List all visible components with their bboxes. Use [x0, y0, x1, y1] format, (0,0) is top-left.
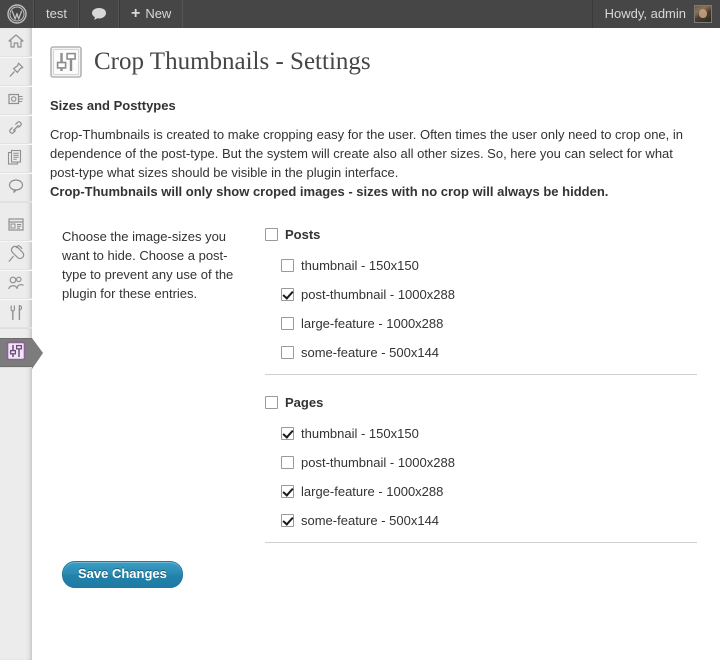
size-label: some-feature - 500x144 — [301, 345, 440, 360]
size-checkbox-posts-post-thumbnail[interactable] — [281, 288, 294, 301]
size-checkbox-pages-some-feature[interactable] — [281, 514, 294, 527]
wordpress-logo-icon — [6, 4, 27, 24]
sidebar-item-posts[interactable] — [0, 57, 32, 86]
current-menu-pointer — [32, 338, 43, 369]
size-checkbox-posts-thumbnail[interactable] — [281, 259, 294, 272]
size-label: large-feature - 1000x288 — [301, 484, 444, 499]
admin-bar-spacer — [183, 0, 591, 28]
posttype-checkbox-pages[interactable] — [265, 396, 278, 409]
help-column: Choose the image-sizes you want to hide.… — [50, 227, 265, 303]
section-title: Sizes and Posttypes — [50, 98, 176, 113]
home-icon — [7, 33, 25, 52]
save-changes-button[interactable]: Save Changes — [62, 561, 183, 588]
menu-separator — [0, 203, 32, 212]
intro-bold-text: Crop-Thumbnails will only show croped im… — [50, 184, 609, 199]
posttype-checkbox-posts[interactable] — [265, 228, 278, 241]
page-title-text: Crop Thumbnails - Settings — [94, 48, 371, 75]
howdy-label: Howdy, admin — [604, 6, 686, 21]
size-label: large-feature - 1000x288 — [301, 316, 444, 331]
sidebar-item-plugins[interactable] — [0, 241, 32, 270]
size-label: some-feature - 500x144 — [301, 513, 440, 528]
comment-bubble-icon — [7, 178, 25, 197]
sidebar-item-users[interactable] — [0, 270, 32, 299]
admin-bar: test + New Howdy, admin — [0, 0, 720, 28]
size-row[interactable]: some-feature - 500x144 — [281, 345, 697, 360]
tools-icon — [7, 304, 25, 324]
help-text: Choose the image-sizes you want to hide.… — [62, 229, 234, 301]
size-label: post-thumbnail - 1000x288 — [301, 455, 455, 470]
menu-group-plugin — [0, 338, 43, 369]
sidebar-item-comments[interactable] — [0, 173, 32, 202]
appearance-window-icon — [7, 217, 25, 235]
new-content-menu-button[interactable]: + New — [118, 0, 184, 28]
settings-row: Choose the image-sizes you want to hide.… — [50, 227, 705, 543]
posttype-label-posts: Posts — [285, 227, 321, 242]
intro-text: Crop-Thumbnails is created to make cropp… — [50, 127, 683, 180]
size-row[interactable]: large-feature - 1000x288 — [281, 316, 697, 331]
size-row[interactable]: large-feature - 1000x288 — [281, 484, 697, 499]
sidebar-item-tools[interactable] — [0, 299, 32, 328]
sidebar-item-appearance[interactable] — [0, 212, 32, 241]
size-label: thumbnail - 150x150 — [301, 426, 419, 441]
comments-menu-button[interactable] — [78, 0, 119, 28]
wordpress-logo-button[interactable] — [0, 0, 34, 28]
settings-page-wrap: Crop Thumbnails - Settings Sizes and Pos… — [32, 28, 720, 598]
size-label: thumbnail - 150x150 — [301, 258, 419, 273]
intro-paragraph: Crop-Thumbnails is created to make cropp… — [50, 125, 695, 201]
chain-link-icon — [7, 119, 25, 140]
site-name-menu[interactable]: test — [34, 0, 79, 28]
posttype-checkbox-row-pages[interactable]: Pages — [265, 395, 697, 410]
size-row[interactable]: post-thumbnail - 1000x288 — [281, 455, 697, 470]
size-checkbox-pages-large-feature[interactable] — [281, 485, 294, 498]
pages-icon — [7, 149, 25, 169]
sidebar-item-links[interactable] — [0, 115, 32, 144]
size-checkbox-pages-post-thumbnail[interactable] — [281, 456, 294, 469]
size-checkbox-posts-large-feature[interactable] — [281, 317, 294, 330]
users-icon — [7, 275, 25, 294]
site-name-label: test — [46, 6, 67, 21]
plus-icon: + — [130, 5, 141, 22]
page-title: Crop Thumbnails - Settings — [50, 46, 705, 78]
main-content-area: Crop Thumbnails - Settings Sizes and Pos… — [32, 28, 720, 660]
menu-group-primary — [0, 28, 32, 203]
submit-area: Save Changes — [50, 543, 705, 588]
sidebar-item-dashboard[interactable] — [0, 28, 32, 57]
my-account-menu[interactable]: Howdy, admin — [591, 0, 720, 28]
avatar — [694, 5, 712, 23]
comment-bubble-icon — [91, 7, 107, 21]
group-separator — [265, 542, 697, 543]
size-list-posts: thumbnail - 150x150 post-thumbnail - 100… — [265, 258, 697, 360]
sidebar-item-media[interactable] — [0, 86, 32, 115]
sliders-icon — [6, 341, 26, 364]
sidebar-item-crop-thumbnails[interactable] — [0, 338, 43, 369]
group-separator — [265, 374, 697, 375]
sliders-icon — [50, 46, 82, 78]
size-row[interactable]: some-feature - 500x144 — [281, 513, 697, 528]
plug-icon — [7, 244, 25, 266]
posttype-label-pages: Pages — [285, 395, 324, 410]
size-label: post-thumbnail - 1000x288 — [301, 287, 455, 302]
pin-icon — [7, 61, 25, 82]
size-row[interactable]: thumbnail - 150x150 — [281, 258, 697, 273]
size-list-pages: thumbnail - 150x150 post-thumbnail - 100… — [265, 426, 697, 528]
posttype-group-posts: Posts thumbnail - 150x150 post-thumbnail… — [265, 227, 697, 360]
size-row[interactable]: thumbnail - 150x150 — [281, 426, 697, 441]
menu-group-secondary — [0, 212, 32, 329]
size-checkbox-pages-thumbnail[interactable] — [281, 427, 294, 440]
posttypes-column: Posts thumbnail - 150x150 post-thumbnail… — [265, 227, 705, 543]
size-checkbox-posts-some-feature[interactable] — [281, 346, 294, 359]
posttype-checkbox-row-posts[interactable]: Posts — [265, 227, 697, 242]
posttype-group-pages: Pages thumbnail - 150x150 post-thumbnail… — [265, 395, 697, 528]
camera-icon — [7, 91, 25, 110]
admin-sidebar-menu — [0, 28, 43, 660]
new-label: New — [145, 6, 172, 21]
sidebar-item-pages[interactable] — [0, 144, 32, 173]
size-row[interactable]: post-thumbnail - 1000x288 — [281, 287, 697, 302]
menu-separator — [0, 329, 32, 338]
